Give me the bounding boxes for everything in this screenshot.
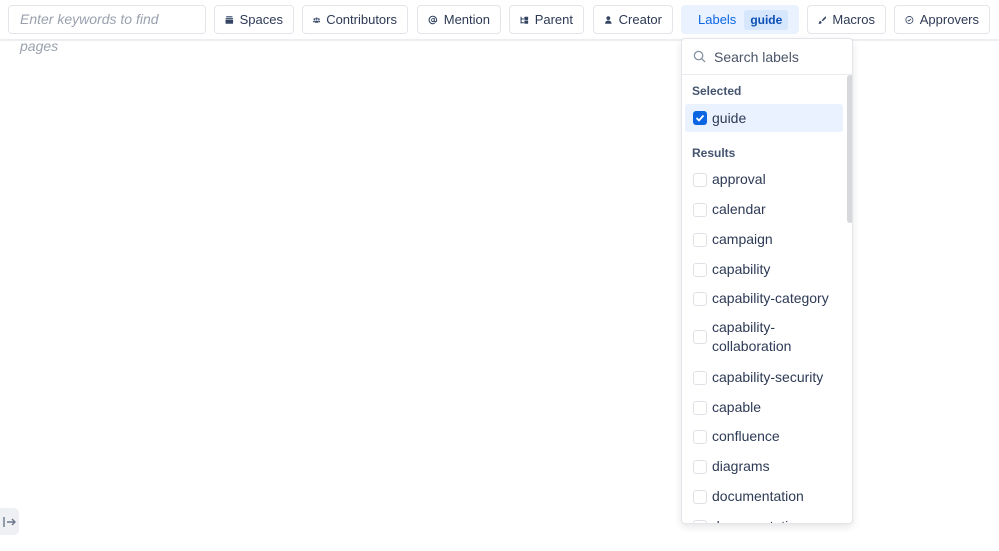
checkbox-icon[interactable] xyxy=(693,330,707,344)
brush-icon xyxy=(818,15,827,24)
labels-filter-button[interactable]: Labels guide xyxy=(681,5,799,34)
label-option[interactable]: documentation xyxy=(685,517,843,523)
checkbox-icon[interactable] xyxy=(693,429,707,444)
label-option[interactable]: capability-category xyxy=(685,289,843,308)
label-option-text: approval xyxy=(712,171,766,187)
label-option[interactable]: diagrams xyxy=(685,457,843,476)
label-option-text: guide xyxy=(712,109,747,126)
label-option-text: calendar xyxy=(712,201,766,217)
checkbox-icon[interactable] xyxy=(693,400,707,415)
search-icon xyxy=(693,50,706,63)
checkbox-icon[interactable] xyxy=(693,202,707,217)
label-option-text: capability xyxy=(712,261,771,277)
checkbox-icon[interactable] xyxy=(693,172,707,187)
labels-dropdown: Search labels Selected guide Results app… xyxy=(681,38,853,524)
label-option[interactable]: campaign xyxy=(685,230,843,249)
contributors-label: Contributors xyxy=(326,12,397,27)
label-option-text: capability-security xyxy=(712,369,824,385)
label-option-text: capable xyxy=(712,399,762,415)
label-option[interactable]: confluence xyxy=(685,427,843,446)
label-option[interactable]: capability-collaboration xyxy=(685,318,843,356)
checkbox-icon[interactable] xyxy=(693,370,707,385)
macros-label: Macros xyxy=(832,12,875,27)
mention-filter-button[interactable]: Mention xyxy=(417,5,501,34)
checkbox-icon[interactable] xyxy=(693,489,707,504)
search-labels-input[interactable]: Search labels xyxy=(682,39,852,75)
label-option-text: confluence xyxy=(712,428,780,444)
checkbox-checked-icon[interactable] xyxy=(693,111,707,125)
label-option-text: documentation xyxy=(712,517,804,523)
spaces-label: Spaces xyxy=(239,12,283,27)
macros-filter-button[interactable]: Macros xyxy=(807,5,886,34)
selected-header: Selected xyxy=(692,84,742,98)
parent-filter-button[interactable]: Parent xyxy=(509,5,584,34)
keyword-search-input[interactable]: Enter keywords to find pages xyxy=(8,5,206,54)
expand-sidebar-button[interactable] xyxy=(0,508,19,535)
label-option-text: capability-category xyxy=(712,290,829,306)
checkbox-icon[interactable] xyxy=(693,519,707,523)
selected-label-chip: guide xyxy=(744,9,789,30)
label-option[interactable]: capability xyxy=(685,260,843,279)
person-icon xyxy=(605,15,612,24)
labels-label: Labels xyxy=(698,12,737,27)
parent-tree-icon xyxy=(520,16,529,24)
creator-filter-button[interactable]: Creator xyxy=(593,5,673,34)
expand-arrow-icon xyxy=(3,516,16,527)
creator-label: Creator xyxy=(618,12,662,27)
checkbox-icon[interactable] xyxy=(693,459,707,474)
label-option-text: documentation xyxy=(712,488,804,504)
results-header: Results xyxy=(692,146,736,160)
label-option[interactable]: capability-security xyxy=(685,368,843,387)
at-icon xyxy=(428,15,438,24)
label-option-text: capability-collaboration xyxy=(712,319,792,354)
search-labels-placeholder: Search labels xyxy=(714,48,799,65)
spaces-icon xyxy=(225,15,234,24)
spaces-filter-button[interactable]: Spaces xyxy=(214,5,294,34)
label-option-text: diagrams xyxy=(712,458,770,474)
mention-label: Mention xyxy=(443,12,490,27)
approvers-label: Approvers xyxy=(919,12,979,27)
label-option-selected[interactable]: guide xyxy=(685,104,843,132)
checkbox-icon[interactable] xyxy=(693,291,707,306)
check-circle-icon xyxy=(905,15,914,24)
contributors-filter-button[interactable]: Contributors xyxy=(302,5,408,34)
label-option[interactable]: capable xyxy=(685,398,843,417)
label-option[interactable]: approval xyxy=(685,170,843,189)
dropdown-scrollbar[interactable] xyxy=(847,75,852,223)
contributors-icon xyxy=(313,17,321,23)
checkbox-icon[interactable] xyxy=(693,262,707,277)
filter-toolbar: Enter keywords to find pages Spaces Cont… xyxy=(0,0,999,54)
checkbox-icon[interactable] xyxy=(693,232,707,247)
label-option[interactable]: calendar xyxy=(685,200,843,219)
label-option-text: campaign xyxy=(712,231,773,247)
parent-label: Parent xyxy=(534,12,573,27)
approvers-filter-button[interactable]: Approvers xyxy=(894,5,990,34)
label-option[interactable]: documentation xyxy=(685,487,843,506)
